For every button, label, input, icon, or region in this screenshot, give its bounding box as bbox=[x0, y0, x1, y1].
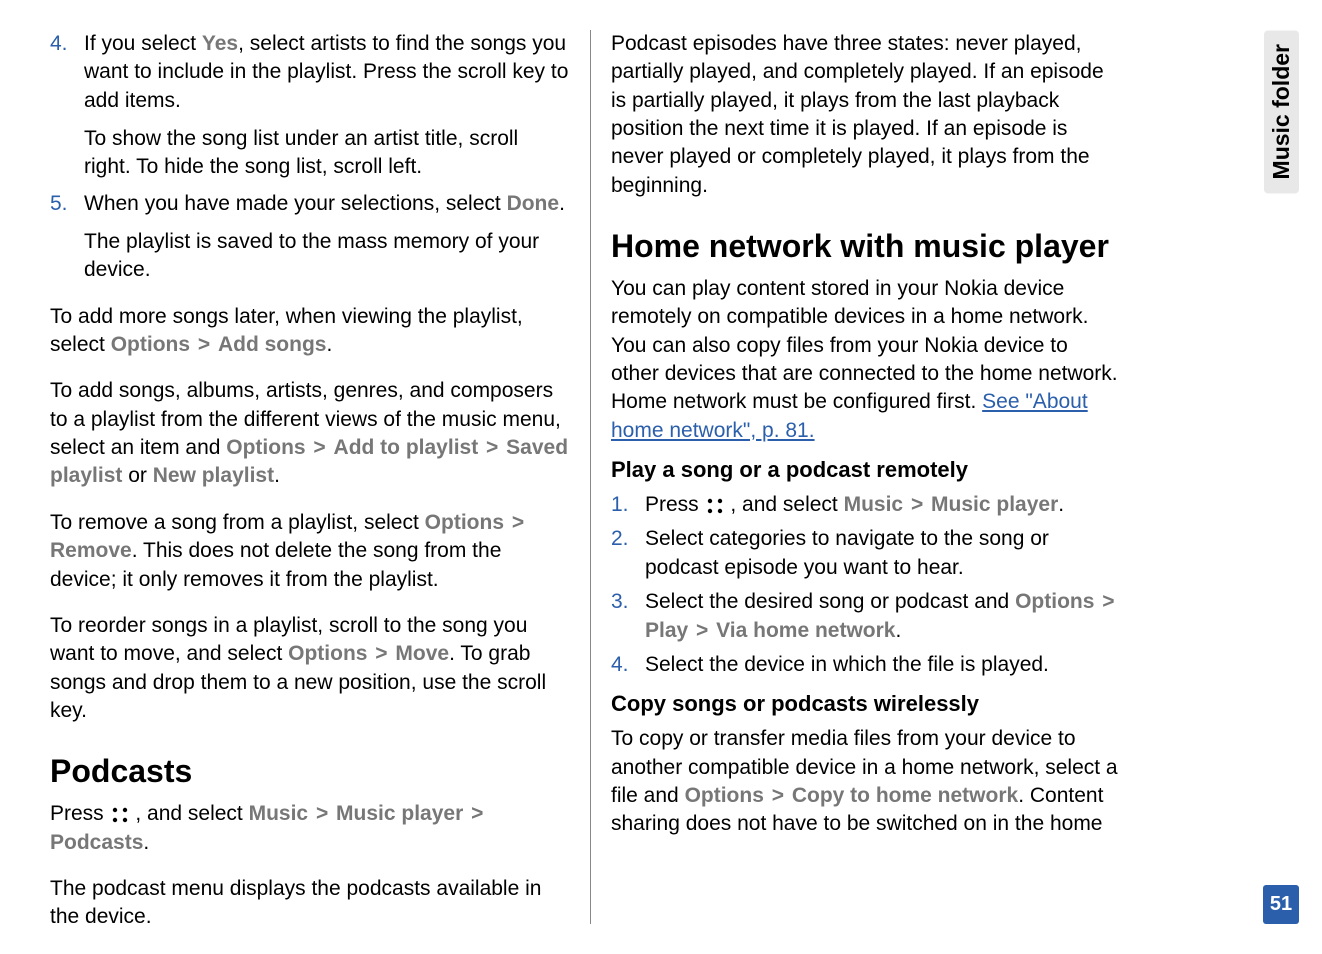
ui-label-add-to-playlist: Add to playlist bbox=[334, 436, 479, 459]
paragraph-episode-states: Podcast episodes have three states: neve… bbox=[611, 30, 1120, 200]
breadcrumb-separator: > bbox=[504, 511, 526, 534]
ui-label-options: Options bbox=[288, 642, 367, 665]
ui-label-via-home-network: Via home network bbox=[716, 619, 895, 642]
right-column: Podcast episodes have three states: neve… bbox=[590, 30, 1130, 924]
remote-step-3: 3. Select the desired song or podcast an… bbox=[611, 588, 1120, 645]
ui-label-new-playlist: New playlist bbox=[153, 464, 274, 487]
ui-label-music: Music bbox=[249, 802, 309, 825]
breadcrumb-separator: > bbox=[1094, 590, 1116, 613]
breadcrumb-separator: > bbox=[764, 784, 792, 807]
ui-label-play: Play bbox=[645, 619, 688, 642]
body-text: When you have made your selections, sele… bbox=[84, 192, 507, 215]
body-text: or bbox=[122, 464, 152, 487]
paragraph-reorder: To reorder songs in a playlist, scroll t… bbox=[50, 612, 570, 725]
ui-label-copy-to-home-network: Copy to home network bbox=[792, 784, 1018, 807]
ui-label-music-player: Music player bbox=[336, 802, 463, 825]
paragraph-remove: To remove a song from a playlist, select… bbox=[50, 509, 570, 594]
paragraph-add-various: To add songs, albums, artists, genres, a… bbox=[50, 377, 570, 490]
body-text: . bbox=[274, 464, 280, 487]
heading-podcasts: Podcasts bbox=[50, 753, 570, 790]
menu-key-icon bbox=[110, 805, 130, 825]
ui-label-podcasts: Podcasts bbox=[50, 831, 143, 854]
heading-home-network: Home network with music player bbox=[611, 228, 1120, 265]
breadcrumb-separator: > bbox=[306, 436, 334, 459]
paragraph-add-later: To add more songs later, when viewing th… bbox=[50, 303, 570, 360]
breadcrumb-separator: > bbox=[478, 436, 506, 459]
page-sidebar: Music folder 51 bbox=[1260, 30, 1302, 924]
ui-label-music: Music bbox=[844, 493, 904, 516]
ui-label-move: Move bbox=[395, 642, 449, 665]
body-text: Select the device in which the file is p… bbox=[645, 651, 1120, 679]
page-number: 51 bbox=[1263, 885, 1299, 924]
body-text: . bbox=[143, 831, 149, 854]
ui-label-options: Options bbox=[226, 436, 305, 459]
list-number: 2. bbox=[611, 525, 645, 582]
ui-label-options: Options bbox=[685, 784, 764, 807]
body-text: . bbox=[895, 619, 901, 642]
breadcrumb-separator: > bbox=[463, 802, 485, 825]
ui-label-options: Options bbox=[425, 511, 504, 534]
step-4: 4. If you select Yes, select artists to … bbox=[50, 30, 570, 182]
remote-step-1: 1. Press , and select Music > Music play… bbox=[611, 491, 1120, 519]
body-text: To show the song list under an artist ti… bbox=[84, 125, 570, 182]
body-text: To remove a song from a playlist, select bbox=[50, 511, 425, 534]
remote-step-4: 4. Select the device in which the file i… bbox=[611, 651, 1120, 679]
ui-label-music-player: Music player bbox=[931, 493, 1058, 516]
ui-label-options: Options bbox=[111, 333, 190, 356]
ui-label-done: Done bbox=[507, 192, 560, 215]
body-text: Press bbox=[50, 802, 110, 825]
breadcrumb-separator: > bbox=[190, 333, 218, 356]
section-tab: Music folder bbox=[1264, 30, 1299, 193]
body-text: . bbox=[559, 192, 565, 215]
list-number: 5. bbox=[50, 190, 84, 285]
body-text: If you select bbox=[84, 32, 202, 55]
ui-label-yes: Yes bbox=[202, 32, 238, 55]
step-5: 5. When you have made your selections, s… bbox=[50, 190, 570, 285]
breadcrumb-separator: > bbox=[367, 642, 395, 665]
paragraph-home-network: You can play content stored in your Noki… bbox=[611, 275, 1120, 445]
ui-label-remove: Remove bbox=[50, 539, 132, 562]
left-column: 4. If you select Yes, select artists to … bbox=[50, 30, 590, 924]
ui-label-add-songs: Add songs bbox=[218, 333, 327, 356]
list-number: 4. bbox=[611, 651, 645, 679]
body-text: Select the desired song or podcast and bbox=[645, 590, 1015, 613]
body-text: , and select bbox=[725, 493, 844, 516]
body-text: , and select bbox=[130, 802, 249, 825]
list-number: 4. bbox=[50, 30, 84, 182]
ui-label-options: Options bbox=[1015, 590, 1094, 613]
body-text: The playlist is saved to the mass memory… bbox=[84, 228, 570, 285]
heading-copy-wirelessly: Copy songs or podcasts wirelessly bbox=[611, 691, 1120, 717]
heading-play-remotely: Play a song or a podcast remotely bbox=[611, 457, 1120, 483]
paragraph-podcasts-nav: Press , and select Music > Music player … bbox=[50, 800, 570, 857]
remote-step-2: 2. Select categories to navigate to the … bbox=[611, 525, 1120, 582]
paragraph-copy: To copy or transfer media files from you… bbox=[611, 725, 1120, 838]
body-text: . bbox=[1058, 493, 1064, 516]
list-number: 3. bbox=[611, 588, 645, 645]
breadcrumb-separator: > bbox=[903, 493, 931, 516]
paragraph-podcast-menu: The podcast menu displays the podcasts a… bbox=[50, 875, 570, 932]
breadcrumb-separator: > bbox=[308, 802, 336, 825]
breadcrumb-separator: > bbox=[688, 619, 716, 642]
menu-key-icon bbox=[705, 496, 725, 516]
body-text: Press bbox=[645, 493, 705, 516]
list-number: 1. bbox=[611, 491, 645, 519]
body-text: . bbox=[326, 333, 332, 356]
body-text: Select categories to navigate to the son… bbox=[645, 525, 1120, 582]
